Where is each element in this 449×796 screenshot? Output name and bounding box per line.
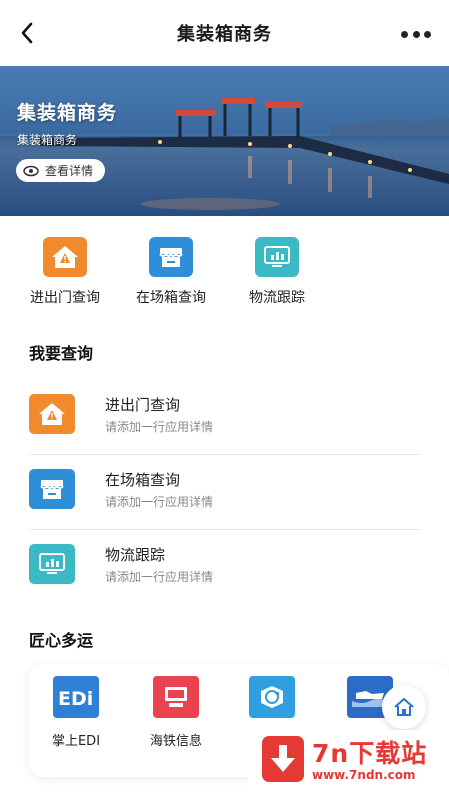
monitor-chart-icon [29,544,75,584]
quick-item-gate-query[interactable]: 进出门查询 [15,237,115,307]
quick-item-yard-query[interactable]: 在场箱查询 [121,237,221,307]
top-nav-bar: 集装箱商务 [0,0,449,66]
section-title-query: 我要查询 [29,344,94,363]
banner-title: 集装箱商务 [17,102,118,124]
watermark-url: www.7ndn.com [312,768,416,782]
list-item-name: 在场箱查询 [105,471,181,489]
list-item-yard-query[interactable]: 在场箱查询 请添加一行应用详情 [29,455,420,530]
warning-house-icon [43,237,87,277]
store-icon [149,237,193,277]
warning-house-icon [29,394,75,434]
computer-icon [153,676,199,718]
more-button[interactable] [401,24,431,44]
eye-icon [23,165,39,176]
list-item-gate-query[interactable]: 进出门查询 请添加一行应用详情 [29,380,420,455]
quick-actions: 进出门查询 在场箱查询 物流跟踪 [0,237,449,317]
multi-item-edi[interactable]: EDi 掌上EDI [31,676,121,749]
quick-item-label: 物流跟踪 [249,290,305,306]
section-title-multi: 匠心多运 [29,631,94,650]
list-item-name: 进出门查询 [105,396,181,414]
watermark-brand: 7n下载站 [312,739,428,768]
home-float-button[interactable] [382,685,426,729]
list-item-logistics[interactable]: 物流跟踪 请添加一行应用详情 [29,530,420,605]
quick-item-logistics[interactable]: 物流跟踪 [227,237,327,307]
multi-item-label: 海铁信息 [149,734,202,749]
monitor-chart-icon [255,237,299,277]
store-icon [29,469,75,509]
more-dot [412,30,420,38]
view-details-button[interactable]: 查看详情 [16,159,106,182]
hero-banner[interactable]: 集装箱商务 集装箱商务 查看详情 [0,66,449,216]
list-item-name: 物流跟踪 [105,546,166,564]
banner-subtitle: 集装箱商务 [17,133,78,147]
more-dot [424,30,431,38]
edi-icon: EDi [53,676,99,718]
chevron-left-icon [21,22,33,44]
more-dots-icon [401,30,408,38]
list-item-desc: 请添加一行应用详情 [105,420,214,434]
back-button[interactable] [14,20,40,46]
quick-item-label: 进出门查询 [30,290,100,306]
list-item-desc: 请添加一行应用详情 [105,495,214,509]
multi-item-sea-rail[interactable]: 海铁信息 [131,676,221,749]
watermark: 7n下载站 www.7ndn.com [248,730,449,796]
svg-text:EDi: EDi [58,688,93,710]
multi-item-label: 掌上EDI [51,734,101,749]
refresh-seal-icon [249,676,295,718]
download-arrow-icon [262,736,304,782]
quick-item-label: 在场箱查询 [136,290,206,306]
list-item-desc: 请添加一行应用详情 [105,570,214,584]
page-title: 集装箱商务 [177,24,272,45]
home-icon [394,698,414,716]
view-details-label: 查看详情 [45,164,94,178]
